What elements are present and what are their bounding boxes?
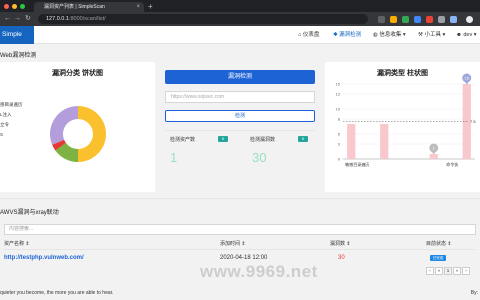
stat-value-assets: 1: [170, 150, 178, 165]
extension-icon[interactable]: [390, 16, 397, 23]
section-title: AWVS漏洞与xray联动: [0, 210, 59, 216]
average-label: 7.5: [470, 119, 476, 124]
table-cell-time: 2020-04-18 12:00: [220, 255, 268, 261]
pie-chart: [50, 106, 106, 162]
footer-author: By:: [470, 290, 478, 296]
x-tick-label: 敏感目录遍历: [345, 161, 369, 167]
table-cell-vulns: 30: [338, 255, 345, 261]
chevron-down-icon: ▾: [402, 32, 406, 38]
status-badge: 5: [298, 136, 308, 142]
forward-icon[interactable]: →: [14, 14, 21, 24]
footer-text: quieter you become, the more you are abl…: [0, 290, 114, 296]
tab-title: 漏洞资产列表 | SimpleScan: [44, 4, 105, 10]
y-tick-label: 8: [338, 117, 341, 122]
pie-chart-panel: 漏洞分类 饼状图 感目录遍历 L注入 立令 S: [0, 62, 155, 192]
extension-icon[interactable]: [414, 16, 421, 23]
y-tick-label: 3: [338, 142, 341, 147]
nav-user-label: dev: [463, 32, 473, 38]
watermark: www.9969.net: [200, 262, 318, 281]
bug-icon: ✱: [333, 32, 338, 38]
y-tick-label: 13: [336, 92, 341, 97]
pager-prev-button[interactable]: ‹: [426, 267, 434, 275]
status-badge: 5: [218, 136, 228, 142]
x-tick-label: 命令执: [446, 161, 458, 167]
pager-next-button[interactable]: ›: [462, 267, 470, 275]
bar-chart: 0358101315敏感目录遍历 命令执7.5151: [336, 73, 476, 167]
stat-value-vulns: 30: [252, 150, 267, 165]
nav-info-gathering[interactable]: ◍ 信息收集 ▾: [373, 26, 406, 44]
status-badge: 已完成: [430, 255, 446, 261]
extension-icon[interactable]: [438, 16, 445, 23]
browser-tab[interactable]: 漏洞资产列表 | SimpleScan ×: [34, 2, 144, 12]
divider: [0, 198, 480, 199]
tab-close-icon[interactable]: ×: [136, 2, 140, 12]
extension-icon[interactable]: [426, 16, 433, 23]
nav-tools-label: 小工具: [424, 32, 441, 38]
tools-icon: ⚒: [418, 32, 423, 38]
divider: [4, 249, 476, 250]
new-tab-button[interactable]: +: [148, 2, 153, 12]
back-icon[interactable]: ←: [4, 14, 11, 24]
maximize-window-icon[interactable]: [20, 4, 25, 9]
column-header-vulns[interactable]: 漏洞数 ⇕: [330, 240, 351, 247]
pie-slice[interactable]: [50, 106, 78, 145]
extension-icon[interactable]: [378, 16, 385, 23]
reload-icon[interactable]: ↻: [25, 14, 31, 24]
search-placeholder: 内容搜索...: [9, 226, 34, 232]
target-url-input[interactable]: https://www.sojisec.com: [165, 91, 315, 103]
value-marker-label: 15: [465, 76, 470, 81]
bar[interactable]: [380, 124, 389, 159]
close-window-icon[interactable]: [4, 4, 9, 9]
minimize-window-icon[interactable]: [12, 4, 17, 9]
nav-vuln-detect-label: 漏洞检测: [339, 32, 362, 38]
globe-icon: ◍: [373, 32, 378, 38]
url-host: 127.0.0.1: [46, 16, 69, 22]
detect-button[interactable]: 检测: [165, 110, 315, 122]
bar-chart-panel: 漏洞类型 柱状图 0 3 5 8 10 13 15 敏感目录遍历 命令执 7.5 15 1: [325, 62, 480, 192]
bar[interactable]: [429, 154, 438, 159]
browser-tab-bar: 漏洞资产列表 | SimpleScan × +: [0, 0, 480, 12]
pie-slice[interactable]: [78, 106, 106, 162]
pager-last-button[interactable]: »: [453, 267, 461, 275]
brand-logo[interactable]: Simple: [0, 26, 34, 44]
divider: [165, 130, 315, 131]
target-url-placeholder: https://www.sojisec.com: [171, 94, 225, 100]
stat-label-vulns: 检测漏洞数: [250, 137, 276, 143]
nav-vuln-detect[interactable]: ✱ 漏洞检测: [333, 26, 361, 44]
column-header-status[interactable]: 目前状态 ⇕: [426, 240, 452, 247]
chevron-down-icon: ▾: [442, 32, 446, 38]
detect-panel-header: 漏洞检测: [165, 70, 315, 84]
nav-dashboard[interactable]: ⌂ 仪表盘: [298, 26, 319, 44]
page-title: Web漏洞检测: [0, 53, 37, 59]
pager-page-button[interactable]: 1: [444, 267, 452, 275]
nav-info-gathering-label: 信息收集: [379, 32, 402, 38]
column-header-asset[interactable]: 资产名称 ⇕: [4, 240, 30, 247]
home-icon: ⌂: [298, 32, 302, 38]
extension-icon[interactable]: [450, 16, 457, 23]
url-input[interactable]: 127.0.0.1:8000/scan/list/: [38, 14, 368, 24]
y-tick-label: 15: [336, 82, 341, 87]
extension-icon[interactable]: [402, 16, 409, 23]
address-toolbar: ← → ↻ 127.0.0.1:8000/scan/list/: [0, 12, 480, 26]
pager-first-button[interactable]: «: [435, 267, 443, 275]
profile-avatar[interactable]: [466, 16, 473, 23]
url-path: :8000/scan/list/: [68, 16, 106, 22]
y-tick-label: 5: [338, 132, 341, 137]
chevron-down-icon: ▾: [473, 32, 477, 38]
stat-label-assets: 检测资产数: [170, 137, 196, 143]
nav-tools[interactable]: ⚒ 小工具 ▾: [418, 26, 445, 44]
asset-link[interactable]: http://testphp.vulnweb.com/: [4, 255, 84, 261]
user-icon: ☻: [456, 32, 462, 38]
bar[interactable]: [347, 124, 356, 159]
nav-dashboard-label: 仪表盘: [302, 32, 320, 38]
column-header-time[interactable]: 添加时间 ⇕: [220, 240, 246, 247]
y-tick-label: 0: [338, 157, 341, 162]
y-tick-label: 10: [336, 107, 341, 112]
app-navbar: Simple ⌂ 仪表盘 ✱ 漏洞检测 ◍ 信息收集 ▾ ⚒ 小工具 ▾ ☻ d…: [0, 26, 480, 44]
nav-user[interactable]: ☻ dev ▾: [456, 26, 477, 44]
table-search-input[interactable]: 内容搜索...: [4, 224, 476, 235]
